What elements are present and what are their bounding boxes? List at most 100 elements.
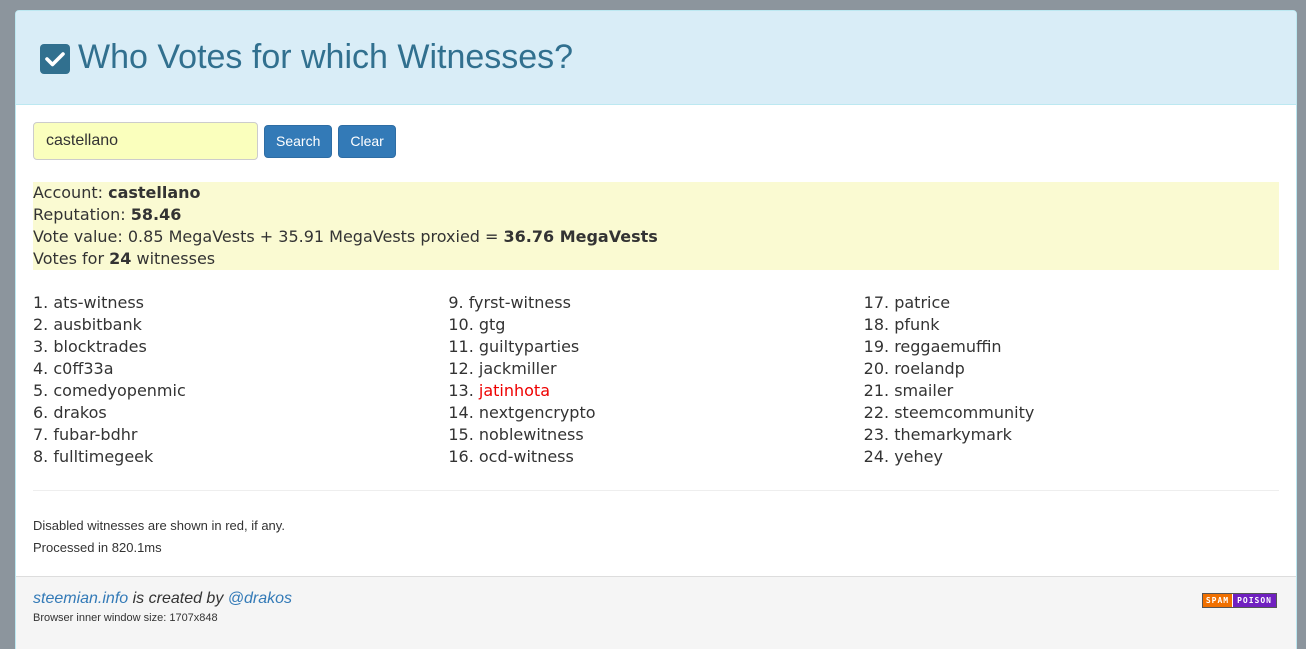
witness-column: 9. fyrst-witness 10. gtg 11. guiltyparties… — [448, 292, 863, 468]
witness-item: 11. guiltyparties — [448, 336, 863, 358]
witness-column: 17. patrice 18. pfunk 19. reggaemuffin 20. … — [864, 292, 1279, 468]
badge-left: SPAM — [1202, 594, 1234, 607]
witness-item: 8. fulltimegeek — [33, 446, 448, 468]
author-link[interactable]: @drakos — [228, 590, 292, 607]
witness-column: 1. ats-witness 2. ausbitbank 3. blocktrade… — [33, 292, 448, 468]
account-search-input[interactable] — [33, 122, 258, 160]
witness-rank: 12. — [448, 359, 474, 378]
witness-item: 7. fubar-bdhr — [33, 424, 448, 446]
witness-item: 20. roelandp — [864, 358, 1279, 380]
witness-rank: 22. — [863, 403, 890, 422]
clear-button[interactable]: Clear — [338, 124, 396, 158]
witness-item: 16. ocd-witness — [448, 446, 863, 468]
witness-name: jackmiller — [478, 359, 557, 378]
account-line: Account: castellano — [33, 183, 201, 202]
witness-item: 14. nextgencrypto — [448, 402, 863, 424]
witness-name: ocd-witness — [478, 447, 574, 466]
witness-rank: 6. — [33, 403, 49, 422]
witness-name: drakos — [53, 403, 107, 422]
witness-ordered-list: 9. fyrst-witness 10. gtg 11. guiltyparties… — [448, 292, 863, 468]
vote-value-line: Vote value: 0.85 MegaVests + 35.91 MegaV… — [33, 227, 658, 246]
witness-name: gtg — [478, 315, 506, 334]
witness-rank: 3. — [33, 337, 49, 356]
witness-item: 21. smailer — [864, 380, 1279, 402]
reputation-value: 58.46 — [130, 205, 182, 224]
witness-name: pfunk — [894, 315, 940, 334]
witness-item: 1. ats-witness — [33, 292, 448, 314]
witness-item: 5. comedyopenmic — [33, 380, 448, 402]
witness-item: 6. drakos — [33, 402, 448, 424]
witness-rank: 4. — [33, 359, 49, 378]
witness-item: 15. noblewitness — [448, 424, 863, 446]
witness-rank: 7. — [33, 425, 49, 444]
witness-item: 12. jackmiller — [448, 358, 863, 380]
main-panel: Who Votes for which Witnesses? Search Cl… — [15, 10, 1297, 649]
witness-rank: 20. — [863, 359, 890, 378]
panel-heading: Who Votes for which Witnesses? — [16, 11, 1296, 105]
window-size: Browser inner window size: 1707x848 — [33, 612, 218, 624]
witness-rank: 13. — [448, 381, 474, 400]
witness-rank: 15. — [448, 425, 474, 444]
witness-rank: 17. — [863, 293, 890, 312]
account-name: castellano — [108, 183, 201, 202]
witness-rank: 2. — [33, 315, 49, 334]
witness-rank: 9. — [448, 293, 464, 312]
witness-item: 22. steemcommunity — [864, 402, 1279, 424]
witness-item: 4. c0ff33a — [33, 358, 448, 380]
witness-rank: 19. — [863, 337, 890, 356]
witness-item: 10. gtg — [448, 314, 863, 336]
search-button[interactable]: Search — [264, 124, 333, 158]
witness-item: 24. yehey — [864, 446, 1279, 468]
witness-name: steemcommunity — [894, 403, 1035, 422]
spam-poison-badge[interactable]: SPAM POISON — [1201, 593, 1277, 608]
reputation-line: Reputation: 58.46 — [33, 205, 182, 224]
witness-rank: 24. — [863, 447, 890, 466]
panel-body: Search Clear Account: castellano Reputat… — [16, 105, 1296, 559]
witness-count: 24 — [109, 249, 132, 268]
total-vests: 36.76 MegaVests — [503, 227, 658, 246]
own-vests: 0.85 MegaVests — [127, 227, 255, 246]
votes-count-line: Votes for 24 witnesses — [33, 249, 216, 268]
panel-footer: steemian.info is created by @drakos Brow… — [16, 576, 1296, 649]
disabled-note: Disabled witnesses are shown in red, if … — [33, 518, 285, 533]
witness-rank: 11. — [448, 337, 474, 356]
footer-credit: steemian.info is created by @drakos — [33, 590, 293, 607]
witness-name: guiltyparties — [478, 337, 580, 356]
witness-rank: 8. — [33, 447, 49, 466]
witness-item: 2. ausbitbank — [33, 314, 448, 336]
witness-item: 23. themarkymark — [864, 424, 1279, 446]
witness-list: 1. ats-witness 2. ausbitbank 3. blocktrade… — [33, 292, 1279, 468]
witness-name: themarkymark — [894, 425, 1012, 444]
search-form: Search Clear — [33, 122, 1279, 160]
witness-rank: 10. — [448, 315, 474, 334]
witness-rank: 14. — [448, 403, 474, 422]
witness-name: fulltimegeek — [53, 447, 154, 466]
witness-name: blocktrades — [53, 337, 147, 356]
witness-item: 17. patrice — [864, 292, 1279, 314]
witness-rank: 5. — [33, 381, 49, 400]
notes: Disabled witnesses are shown in red, if … — [33, 515, 1279, 559]
witness-name: reggaemuffin — [894, 337, 1002, 356]
witness-item: 13. jatinhota — [448, 380, 863, 402]
witness-ordered-list: 17. patrice 18. pfunk 19. reggaemuffin 20. … — [864, 292, 1279, 468]
witness-rank: 23. — [863, 425, 890, 444]
witness-name: comedyopenmic — [53, 381, 186, 400]
witness-name: nextgencrypto — [478, 403, 596, 422]
witness-ordered-list: 1. ats-witness 2. ausbitbank 3. blocktrade… — [33, 292, 448, 468]
witness-item: 18. pfunk — [864, 314, 1279, 336]
account-info: Account: castellano Reputation: 58.46 Vo… — [33, 182, 1279, 270]
witness-item: 9. fyrst-witness — [448, 292, 863, 314]
witness-item: 19. reggaemuffin — [864, 336, 1279, 358]
witness-rank: 21. — [863, 381, 890, 400]
proxied-vests: 35.91 MegaVests proxied — [278, 227, 480, 246]
badge-right: POISON — [1233, 594, 1276, 607]
witness-name: c0ff33a — [53, 359, 114, 378]
site-link[interactable]: steemian.info — [33, 590, 128, 607]
witness-name: smailer — [894, 381, 954, 400]
witness-name: jatinhota — [478, 381, 550, 400]
witness-rank: 1. — [33, 293, 49, 312]
witness-name: noblewitness — [478, 425, 584, 444]
witness-name: fyrst-witness — [468, 293, 571, 312]
witness-rank: 18. — [863, 315, 890, 334]
witness-name: ausbitbank — [53, 315, 142, 334]
